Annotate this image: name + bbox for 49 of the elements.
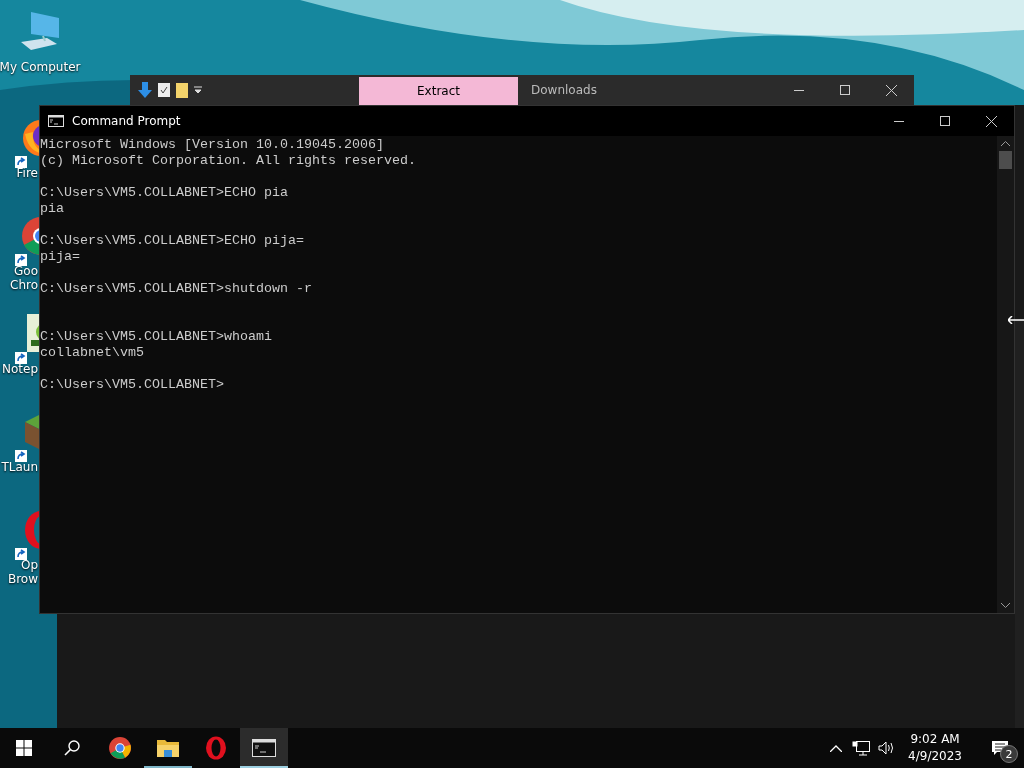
clock-time[interactable]: 9:02 AM xyxy=(910,731,960,748)
opera-icon xyxy=(205,736,227,760)
close-icon xyxy=(885,84,897,96)
desktop-icon-label[interactable]: TLaun xyxy=(1,460,38,474)
desktop-icon-label[interactable]: Brow xyxy=(7,572,38,586)
windows-logo-icon xyxy=(16,740,32,756)
search-icon xyxy=(64,740,80,756)
console-line: C:\Users\VM5.COLLABNET>shutdown -r xyxy=(40,281,312,297)
window-title: Command Prompt xyxy=(72,114,182,128)
notification-count: 2 xyxy=(1000,745,1018,763)
resize-cursor-icon xyxy=(1008,316,1024,324)
checklist-icon xyxy=(158,83,170,97)
close-icon xyxy=(985,115,997,127)
scrollbar[interactable] xyxy=(997,136,1014,613)
console-line: collabnet\vm5 xyxy=(40,345,144,361)
scroll-down-icon xyxy=(1001,603,1010,608)
clock-date[interactable]: 4/9/2023 xyxy=(908,748,962,765)
desktop-icon-label[interactable]: Chro xyxy=(10,278,38,292)
desktop-icon-label[interactable]: Op xyxy=(20,558,38,572)
desktop-icon-label[interactable]: Notep xyxy=(1,362,38,376)
download-arrow-icon xyxy=(138,82,152,98)
desktop-icon-label[interactable]: Goo xyxy=(14,264,38,278)
chevron-up-icon xyxy=(830,744,843,752)
console-line: pia xyxy=(40,201,64,217)
maximize-icon xyxy=(840,85,850,95)
maximize-icon xyxy=(940,116,950,126)
scroll-up-icon xyxy=(1001,141,1010,146)
console-line: C:\Users\VM5.COLLABNET> xyxy=(40,377,224,393)
terminal-icon xyxy=(48,115,64,127)
console-line: C:\Users\VM5.COLLABNET>whoami xyxy=(40,329,272,345)
speaker-icon xyxy=(878,741,895,755)
terminal-icon xyxy=(252,739,276,757)
chrome-icon xyxy=(108,736,132,760)
desktop-icon-label[interactable]: My Computer xyxy=(0,60,81,74)
scroll-thumb[interactable] xyxy=(999,151,1012,169)
window-title: Downloads xyxy=(531,83,598,97)
taskbar-app-button[interactable] xyxy=(240,728,288,768)
desktop-icon-label[interactable]: Fire xyxy=(16,166,38,180)
dropdown-icon xyxy=(194,86,202,94)
console-line: pija= xyxy=(40,249,80,265)
console-line: C:\Users\VM5.COLLABNET>ECHO pia xyxy=(40,185,288,201)
ribbon-context-tab[interactable]: Extract xyxy=(359,77,518,105)
minimize-icon xyxy=(894,120,904,122)
network-icon xyxy=(852,740,871,756)
console-line: C:\Users\VM5.COLLABNET>ECHO pija= xyxy=(40,233,304,249)
notifications-button[interactable]: 2 xyxy=(976,728,1024,768)
console-line: Microsoft Windows [Version 10.0.19045.2006] xyxy=(40,137,384,153)
console-line: (c) Microsoft Corporation. All rights reserved. xyxy=(40,153,416,169)
minimize-icon xyxy=(794,89,804,91)
